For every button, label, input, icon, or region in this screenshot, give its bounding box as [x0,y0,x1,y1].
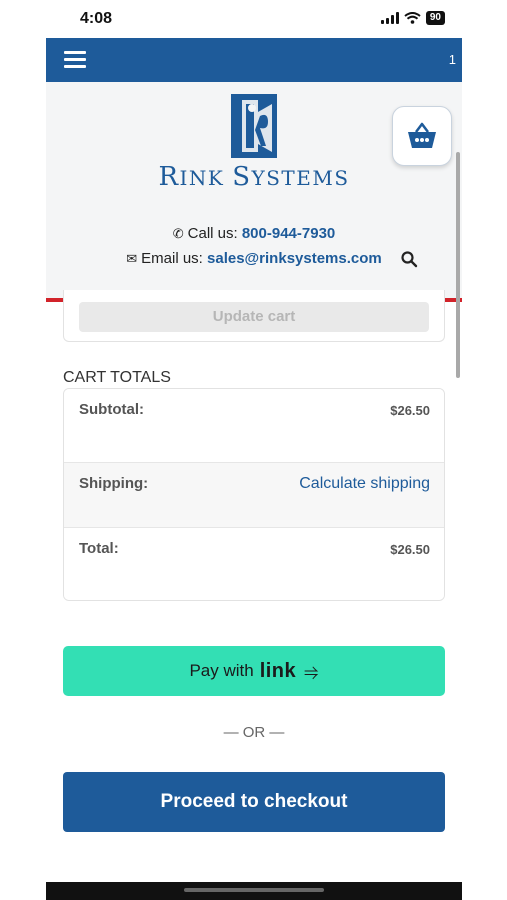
home-bar [46,882,462,900]
pay-with-label: Pay with [189,661,254,680]
link-brand-text: link [259,659,297,682]
logo-text: RINK SYSTEMS [158,162,350,192]
proceed-to-checkout-button[interactable]: Proceed to checkout [63,772,445,832]
subtotal-label: Subtotal: [79,401,144,418]
basket-icon [408,122,436,148]
logo-mark-icon [231,94,277,158]
battery-indicator: 90 [425,11,445,25]
scrollbar[interactable] [456,152,460,378]
update-cart-button[interactable]: Update cart [79,302,429,332]
subtotal-row: Subtotal: $26.50 [64,389,444,462]
total-value: $26.50 [390,542,430,557]
phone-icon: ✆ [172,226,184,241]
cart-totals-title: CART TOTALS [63,369,171,386]
or-separator: — OR — [223,724,285,741]
menu-icon[interactable] [64,51,86,69]
call-us-label: Call us: [187,225,238,242]
cart-count-badge: 1 [448,52,456,67]
top-nav-bar: 1 [46,38,462,82]
shipping-row: Shipping: Calculate shipping [64,462,444,528]
status-time: 4:08 [80,10,113,27]
calculate-shipping-link[interactable]: Calculate shipping [299,475,430,493]
cart-actions-panel: Update cart [63,290,445,342]
status-bar: 4:08 90 [0,0,507,38]
status-icons: 90 [380,11,445,25]
subtotal-value: $26.50 [390,403,430,418]
search-icon[interactable] [400,250,418,268]
shipping-label: Shipping: [79,475,149,492]
total-label: Total: [79,540,119,557]
home-indicator[interactable] [184,888,324,892]
email-us-label: Email us: [141,250,203,267]
cart-totals-table: Subtotal: $26.50 Shipping: Calculate shi… [63,388,445,601]
signal-icon [380,12,399,24]
envelope-icon: ✉ [126,251,138,266]
cart-basket-button[interactable] [392,106,452,166]
wifi-icon [404,12,421,24]
arrow-right-icon: ⥤ [304,660,319,681]
call-us-line: ✆ Call us: 800-944-7930 [46,225,462,242]
phone-link[interactable]: 800-944-7930 [242,225,335,242]
total-row: Total: $26.50 [64,528,444,600]
email-link[interactable]: sales@rinksystems.com [207,250,382,267]
pay-with-link-button[interactable]: Pay with link ⥤ [63,646,445,696]
site-header: RINK SYSTEMS ✆ Call us: 800-944-7930 ✉ Ema… [46,82,462,298]
web-page: 1 RINK SYSTEMS ✆ Call us: 800-944-7930 ✉ E… [46,38,462,900]
